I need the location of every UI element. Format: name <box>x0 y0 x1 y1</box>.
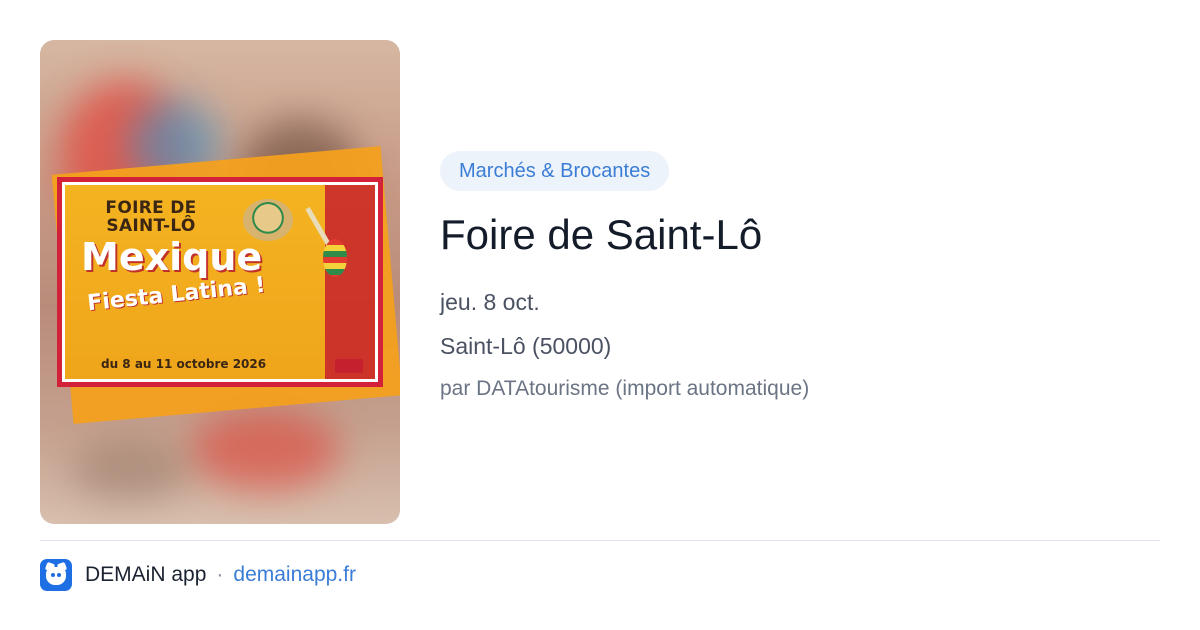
event-date: jeu. 8 oct. <box>440 289 540 315</box>
app-name: DEMAiN app <box>85 563 207 586</box>
maraca-icon <box>323 239 347 277</box>
poster-fair-name: FOIRE DE SAINT-LÔ <box>105 198 197 236</box>
app-domain-link[interactable]: demainapp.fr <box>233 563 356 587</box>
poster-frame: FOIRE DE SAINT-LÔ Mexique Fiesta Latina … <box>57 177 383 387</box>
category-badge[interactable]: Marchés & Brocantes <box>440 151 670 191</box>
event-poster-image[interactable]: FOIRE DE SAINT-LÔ Mexique Fiesta Latina … <box>40 40 400 524</box>
poster-blur-shape <box>190 410 340 490</box>
footer-divider <box>40 540 1160 541</box>
parc-expo-logo-icon <box>335 359 363 373</box>
demain-app-icon <box>40 559 72 591</box>
poster-artwork: FOIRE DE SAINT-LÔ Mexique Fiesta Latina … <box>65 185 375 379</box>
poster-dates: du 8 au 11 octobre 2026 <box>101 357 267 371</box>
poster-headline: Mexique <box>81 235 263 279</box>
poster-blur-shape <box>70 440 190 500</box>
event-source: par DATAtourisme (import automatique) <box>440 377 810 400</box>
footer-separator: · <box>216 563 224 586</box>
event-title: Foire de Saint-Lô <box>440 211 763 258</box>
event-location: Saint-Lô (50000) <box>440 333 612 359</box>
event-share-card: FOIRE DE SAINT-LÔ Mexique Fiesta Latina … <box>0 0 1200 630</box>
footer: DEMAiN app · demainapp.fr <box>40 558 356 592</box>
